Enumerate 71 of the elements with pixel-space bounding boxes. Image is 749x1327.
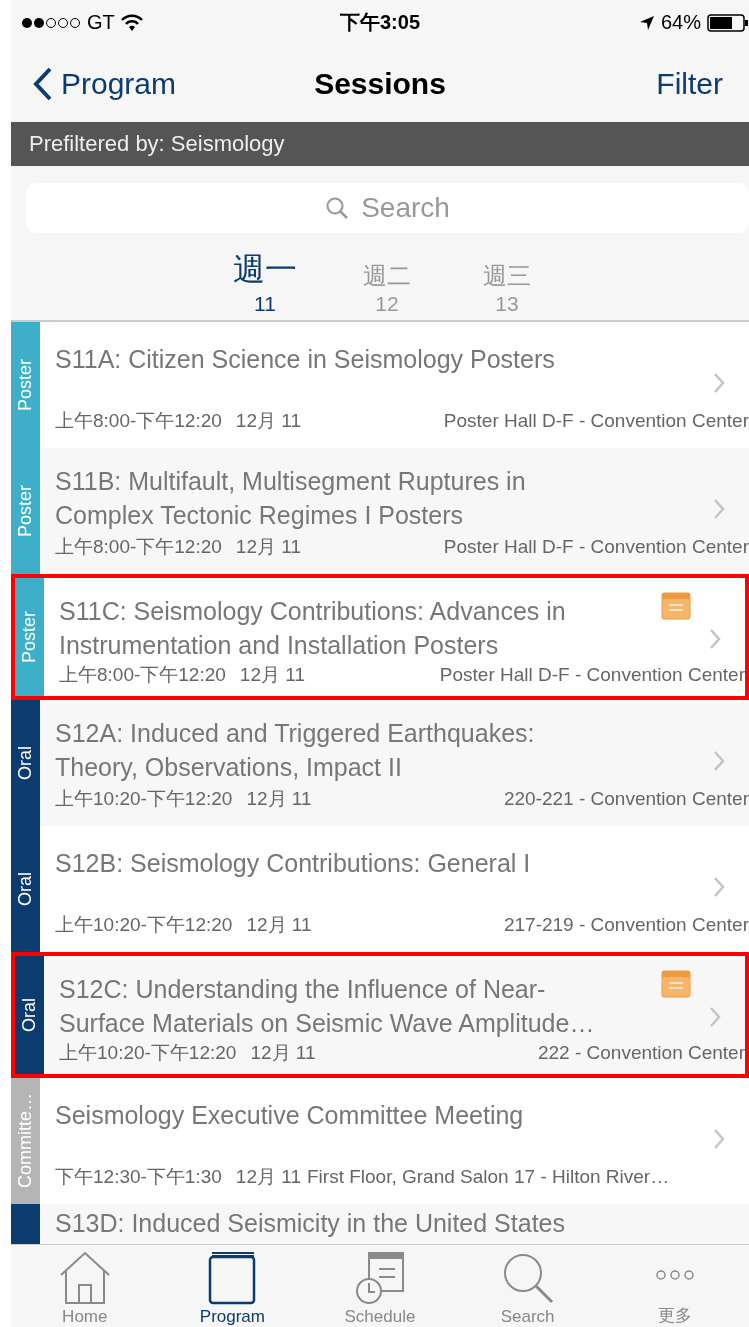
session-title: S11A: Citizen Science in Seismology Posters <box>55 344 555 375</box>
session-type-label: Poster <box>15 359 36 411</box>
tab-bar-item[interactable]: 更多 <box>601 1245 749 1327</box>
back-button[interactable]: Program <box>33 66 177 101</box>
session-time: 上午8:00-下午12:20 <box>59 663 226 687</box>
chevron-right-icon <box>709 1006 721 1028</box>
session-location: Poster Hall D-F - Convention Center <box>439 664 745 686</box>
session-row[interactable]: Oral S12C: Understanding the Influence of Near- Surface Materials on Seismic Wave Amplitude… 上午10:20-下午12:20 12月 11 222 - Convention Center <box>11 952 749 1078</box>
day-tab[interactable]: 週一 11 <box>233 248 297 320</box>
wifi-icon <box>120 14 143 31</box>
session-row[interactable]: S13D: Induced Seismicity in the United States <box>11 1204 749 1244</box>
chevron-right-icon <box>713 876 725 898</box>
battery-percent: 64% <box>660 11 701 34</box>
location-arrow-icon <box>638 14 655 31</box>
book-icon <box>208 1251 257 1305</box>
session-time: 下午12:30-下午1:30 <box>55 1165 222 1189</box>
tab-bar-item[interactable]: Schedule <box>306 1245 454 1327</box>
session-time: 上午8:00-下午12:20 <box>55 409 222 433</box>
session-type-label: Committe… <box>15 1093 36 1189</box>
chevron-right-icon <box>713 498 725 520</box>
session-row[interactable]: Oral S12A: Induced and Triggered Earthquakes: Theory, Observations, Impact II 上午10:20-下午12:20 12月 11 220-221 - Convention Center <box>11 700 749 826</box>
session-time: 上午10:20-下午12:20 <box>55 913 233 937</box>
session-type-label: Oral <box>15 746 36 780</box>
chevron-right-icon <box>713 1128 725 1150</box>
session-time: 上午8:00-下午12:20 <box>55 535 222 559</box>
session-type-label: Oral <box>19 998 40 1032</box>
session-title: S12A: Induced and Triggered Earthquakes: Theory, Observations, Impact II <box>55 718 535 783</box>
search-icon <box>325 196 350 220</box>
session-row[interactable]: Poster S11A: Citizen Science in Seismology Posters 上午8:00-下午12:20 12月 11 Poster Hall D-F - Convention Center <box>11 322 749 448</box>
session-title: S13D: Induced Seismicity in the United States <box>55 1208 565 1239</box>
session-date: 12月 11 <box>235 409 301 433</box>
session-location: 217-219 - Convention Center <box>503 914 749 936</box>
chevron-right-icon <box>713 750 725 772</box>
session-date: 12月 11 <box>239 663 305 687</box>
chevron-right-icon <box>713 372 725 394</box>
session-type-label: Oral <box>15 872 36 906</box>
tab-bar-item[interactable]: Program <box>158 1245 307 1327</box>
session-row[interactable]: Oral S12B: Seismology Contributions: General I 上午10:20-下午12:20 12月 11 217-219 - Convention Center <box>11 826 749 952</box>
chevron-right-icon <box>709 628 721 650</box>
session-location: Poster Hall D-F - Convention Center <box>443 536 749 558</box>
session-location: 222 - Convention Center <box>538 1042 745 1064</box>
session-title: S11C: Seismology Contributions: Advances in Instrumentation and Installation Posters <box>59 596 566 661</box>
session-title: Seismology Executive Committee Meeting <box>55 1100 524 1131</box>
session-date: 12月 11 <box>246 787 312 811</box>
session-location: Poster Hall D-F - Convention Center <box>443 410 749 432</box>
session-date: 12月 11 <box>235 535 301 559</box>
session-row[interactable]: Poster S11B: Multifault, Multisegment Ruptures in Complex Tectonic Regimes I Posters 上午8:00-下午12:20 12月 11 Poster Hall D-F - Convention Center <box>11 448 749 574</box>
session-title: S12B: Seismology Contributions: General I <box>55 848 531 879</box>
status-time: 下午3:05 <box>339 10 421 35</box>
session-title: S11B: Multifault, Multisegment Ruptures in Complex Tectonic Regimes I Posters <box>55 466 526 531</box>
tab-bar-item[interactable]: Home <box>11 1245 159 1327</box>
session-date: 12月 11 <box>246 913 312 937</box>
session-time: 上午10:20-下午12:20 <box>59 1041 237 1065</box>
session-location: 220-221 - Convention Center <box>503 788 749 810</box>
signal-icon <box>21 16 81 29</box>
session-location: First Floor, Grand Salon 17 - Hilton River… <box>307 1166 670 1188</box>
session-time: 上午10:20-下午12:20 <box>55 787 233 811</box>
session-type-label: Poster <box>15 485 36 537</box>
session-type-label: Poster <box>19 611 40 663</box>
tab-bar-item[interactable]: Search <box>453 1245 602 1327</box>
carrier-name: GT <box>87 11 115 34</box>
filter-banner: Prefiltered by: Seismology <box>11 122 749 166</box>
session-date: 12月 11 <box>250 1041 316 1065</box>
filter-button[interactable]: Filter <box>656 66 723 101</box>
back-chevron-icon <box>33 66 53 101</box>
session-title: S12C: Understanding the Influence of Near- Surface Materials on Seismic Wave Amplitude… <box>59 974 595 1039</box>
battery-icon <box>707 12 749 33</box>
screen-title: Sessions <box>313 66 447 101</box>
session-row[interactable]: Poster S11C: Seismology Contributions: Advances in Instrumentation and Installation Posters 上午8:00-下午12:20 12月 11 Poster Hall D-F - Convention Center <box>11 574 749 700</box>
session-date: 12月 11 <box>235 1165 301 1189</box>
calendar-clock-icon <box>355 1251 405 1305</box>
